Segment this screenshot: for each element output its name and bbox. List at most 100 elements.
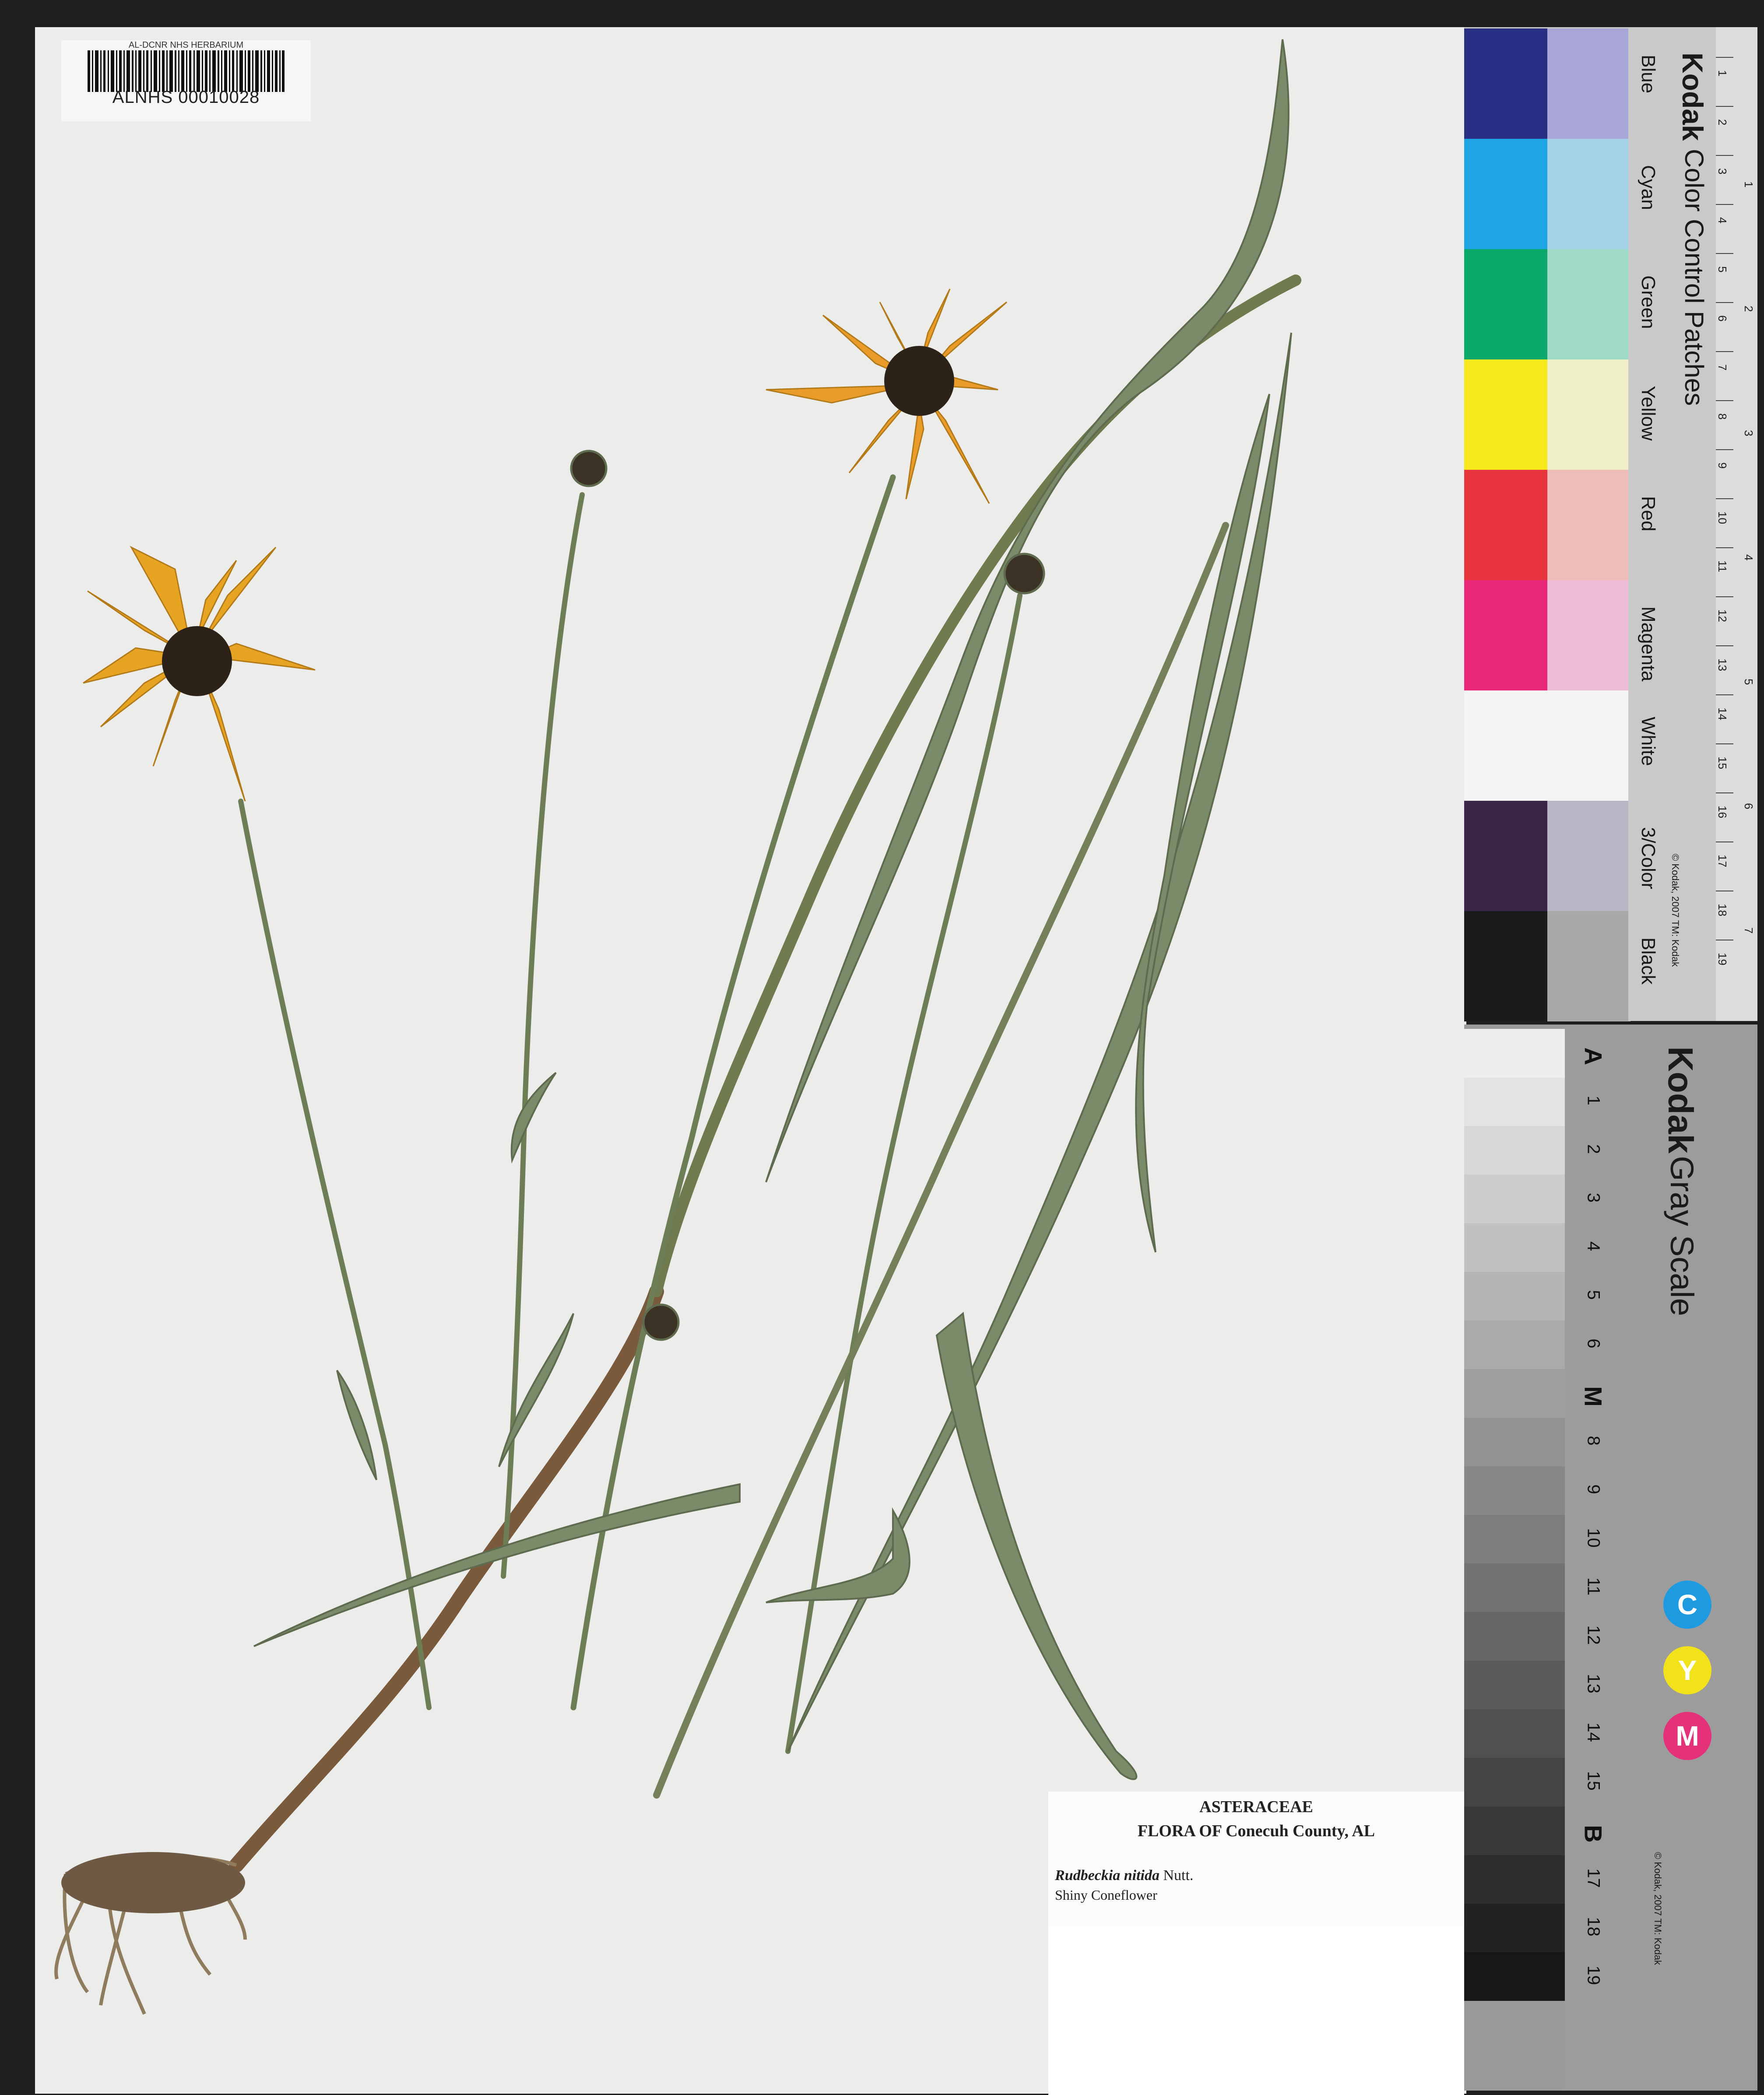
gray-step-label: 5 [1584,1290,1603,1300]
gray-step [1464,1612,1565,1661]
gray-step-label: 4 [1584,1241,1603,1251]
ruler-tick [1716,645,1733,646]
ruler-cm-label: 15 [1716,757,1729,769]
gray-step [1464,1661,1565,1709]
color-patch [1547,28,1630,139]
ruler-tick [1716,106,1733,107]
gray-step-label: 12 [1584,1625,1603,1645]
ruler-cm-label: 19 [1716,953,1729,965]
gray-step [1464,1223,1565,1272]
species-author: Nutt. [1163,1867,1194,1884]
color-patch-label: Yellow [1637,386,1659,441]
ruler-tick [1716,498,1733,499]
ruler-cm-label: 6 [1716,315,1729,322]
gray-step-label: 15 [1584,1771,1603,1791]
color-patch [1547,580,1630,690]
ruler-cm-label: 3 [1716,168,1729,175]
gray-step-label: B [1579,1825,1607,1843]
label-species: Rudbeckia nitida Nutt. [1055,1867,1193,1884]
gray-step-label: 8 [1584,1436,1603,1446]
color-patch-label: Cyan [1637,165,1659,210]
color-patch [1547,359,1630,470]
ruler-cm-label: 16 [1716,806,1729,818]
gray-step-label: 11 [1584,1577,1603,1596]
gray-step [1464,1272,1565,1320]
root-crown [61,1852,245,1913]
gray-step [1464,1855,1565,1904]
ruler-inch-label: 5 [1742,679,1755,685]
ruler-inch-label: 6 [1742,803,1755,810]
gray-step-label: 13 [1584,1674,1603,1694]
label-blank-area [1048,1926,1464,2095]
ruler-cm-label: 5 [1716,266,1729,273]
ruler-cm-label: 18 [1716,904,1729,916]
color-patch [1464,359,1547,470]
gray-step-label: 19 [1584,1965,1603,1985]
color-patch-label: 3/Color [1637,827,1659,889]
flower-left [83,546,316,802]
gray-step-label: A [1579,1047,1607,1065]
gray-step-label: 6 [1584,1338,1603,1349]
color-patch [1464,801,1547,911]
gray-step-label: 18 [1584,1917,1603,1937]
gray-step [1464,1563,1565,1612]
color-patch [1547,249,1630,359]
cmy-dot: M [1663,1712,1711,1760]
color-card-copyright: © Kodak, 2007 TM: Kodak [1670,854,1681,967]
color-patch [1464,690,1547,801]
ruler-cm-label: 12 [1716,609,1729,622]
ruler-cm-label: 11 [1716,560,1729,572]
ruler-tick [1716,792,1733,793]
color-patch-label: Red [1637,496,1659,532]
gray-step [1464,1952,1565,2001]
gray-step [1464,1077,1565,1126]
gray-step [1464,1758,1565,1806]
cmy-dot: Y [1663,1646,1711,1694]
gray-step [1464,1709,1565,1758]
gray-step-label: 3 [1584,1193,1603,1203]
gray-step [1464,1904,1565,1952]
color-patch-label: Blue [1637,55,1659,94]
ruler-cm-label: 13 [1716,658,1729,671]
gray-card-copyright: © Kodak, 2007 TM: Kodak [1652,1852,1663,1965]
gray-step-label: 10 [1584,1528,1603,1548]
ruler-cm-label: 9 [1716,462,1729,469]
color-patch [1464,580,1547,690]
label-flora: FLORA OF Conecuh County, AL [1137,1822,1375,1840]
ruler-inch-label: 1 [1742,181,1755,188]
ruler-inch-label: 2 [1742,306,1755,312]
ruler-inch-label: 3 [1742,430,1755,437]
gray-step [1464,1175,1565,1223]
ruler-tick [1716,596,1733,597]
ruler-tick [1716,400,1733,401]
ruler-tick [1716,351,1733,352]
color-patch [1464,470,1547,580]
color-patch [1547,801,1630,911]
gray-step [1464,1515,1565,1563]
ruler-tick [1716,743,1733,744]
color-patch [1464,249,1547,359]
gray-step [1464,1466,1565,1515]
ruler-cm-label: 10 [1716,511,1729,524]
cmy-dot: C [1663,1581,1711,1629]
ruler-cm-label: 14 [1716,708,1729,720]
ruler-tick [1716,155,1733,156]
gray-card-brand: Kodak [1661,1046,1700,1154]
ruler-cm-label: 1 [1716,70,1729,77]
ruler-tick [1716,57,1733,58]
color-patch [1464,911,1547,1021]
gray-step [1464,1126,1565,1175]
gray-step-label: 1 [1584,1095,1603,1106]
leaves [253,39,1292,1780]
gray-step [1464,1418,1565,1466]
ruler-cm-label: 2 [1716,119,1729,126]
gray-card-title: Gray Scale [1664,1156,1700,1317]
color-card-title: Color Control Patches [1680,149,1709,406]
ruler-tick [1716,449,1733,450]
color-patch-label: Black [1637,937,1659,985]
ruler-tick [1716,253,1733,254]
ruler-cm-label: 4 [1716,217,1729,224]
gray-step-label: 9 [1584,1484,1603,1494]
ruler-tick [1716,694,1733,695]
label-family: ASTERACEAE [1199,1798,1313,1816]
